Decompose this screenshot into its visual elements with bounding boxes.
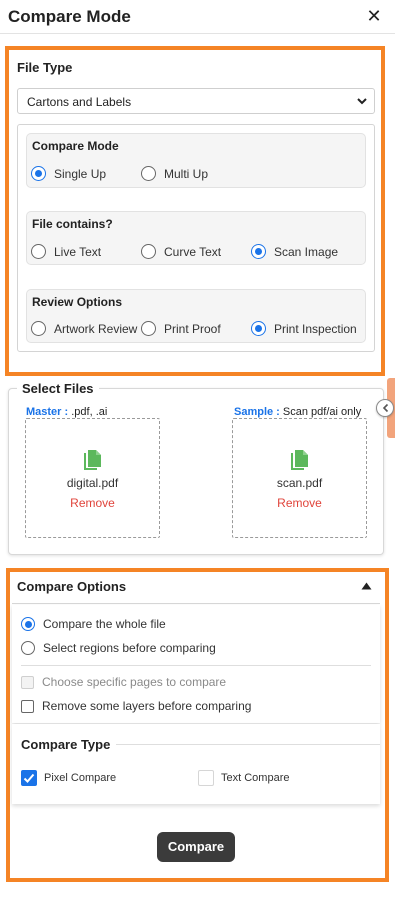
radio-compare-whole-file[interactable]: Compare the whole file bbox=[21, 617, 166, 631]
sample-dropzone[interactable]: scan.pdf Remove bbox=[232, 418, 367, 538]
radio-label: Curve Text bbox=[164, 244, 222, 259]
radio-label: Select regions before comparing bbox=[43, 641, 216, 655]
radio-circle bbox=[251, 321, 266, 336]
compare-type-divider bbox=[116, 744, 380, 745]
options-divider bbox=[21, 665, 371, 666]
radio-curve-text[interactable]: Curve Text bbox=[141, 244, 221, 259]
sample-remove-link[interactable]: Remove bbox=[233, 496, 366, 510]
master-label: Master : .pdf, .ai bbox=[26, 406, 107, 418]
radio-label: Print Inspection bbox=[274, 321, 357, 336]
compare-options-header[interactable]: Compare Options bbox=[12, 572, 380, 604]
checkbox-label: Pixel Compare bbox=[44, 772, 117, 784]
sample-hint: Scan pdf/ai only bbox=[279, 406, 362, 418]
radio-multi-up[interactable]: Multi Up bbox=[141, 166, 208, 181]
radio-circle bbox=[141, 244, 156, 259]
master-file-name: digital.pdf bbox=[66, 476, 119, 490]
checkbox-label: Text Compare bbox=[221, 772, 290, 784]
file-contains-title: File contains? bbox=[32, 217, 113, 231]
master-remove-link[interactable]: Remove bbox=[26, 496, 159, 510]
radio-scan-image[interactable]: Scan Image bbox=[251, 244, 338, 259]
radio-label: Compare the whole file bbox=[43, 617, 166, 631]
checkbox-box bbox=[21, 699, 34, 713]
radio-circle bbox=[21, 617, 35, 631]
radio-circle bbox=[141, 321, 156, 336]
radio-single-up[interactable]: Single Up bbox=[31, 166, 106, 181]
compare-mode-title: Compare Mode bbox=[32, 139, 119, 153]
file-icon bbox=[84, 450, 101, 470]
caret-up-icon[interactable] bbox=[361, 582, 372, 590]
radio-circle bbox=[21, 641, 35, 655]
master-hint: .pdf, .ai bbox=[68, 406, 108, 418]
checkbox-text-compare[interactable]: Text Compare bbox=[198, 770, 289, 786]
radio-select-regions[interactable]: Select regions before comparing bbox=[21, 641, 216, 655]
file-type-select[interactable]: Cartons and Labels bbox=[17, 88, 375, 114]
panel-header: Compare Mode ✕ bbox=[0, 0, 395, 34]
radio-circle bbox=[141, 166, 156, 181]
radio-print-proof[interactable]: Print Proof bbox=[141, 321, 221, 336]
file-type-value: Cartons and Labels bbox=[27, 95, 132, 109]
select-files-title: Select Files bbox=[17, 381, 99, 396]
checkbox-label: Choose specific pages to compare bbox=[42, 675, 227, 689]
checkbox-box bbox=[21, 675, 34, 689]
panel-title: Compare Mode bbox=[8, 7, 131, 26]
file-icon bbox=[291, 450, 308, 470]
checkbox-box bbox=[21, 770, 37, 786]
checkmark-icon bbox=[23, 773, 35, 783]
file-type-title: File Type bbox=[17, 60, 73, 75]
radio-artwork-review[interactable]: Artwork Review bbox=[31, 321, 137, 336]
chevron-down-icon bbox=[357, 98, 367, 105]
compare-type-card bbox=[12, 724, 380, 804]
checkbox-label: Remove some layers before comparing bbox=[42, 699, 252, 713]
radio-circle bbox=[31, 244, 46, 259]
radio-label: Live Text bbox=[54, 244, 102, 259]
checkbox-remove-layers[interactable]: Remove some layers before comparing bbox=[21, 699, 251, 713]
review-options-title: Review Options bbox=[32, 295, 123, 309]
radio-label: Multi Up bbox=[164, 166, 209, 181]
radio-circle bbox=[31, 321, 46, 336]
radio-circle bbox=[251, 244, 266, 259]
radio-label: Scan Image bbox=[274, 244, 339, 259]
radio-label: Artwork Review bbox=[54, 321, 138, 336]
compare-button[interactable]: Compare bbox=[157, 832, 235, 862]
sample-label: Sample : Scan pdf/ai only bbox=[234, 406, 361, 418]
checkbox-box bbox=[198, 770, 214, 786]
radio-circle bbox=[31, 166, 46, 181]
checkbox-specific-pages[interactable]: Choose specific pages to compare bbox=[21, 675, 226, 689]
radio-label: Single Up bbox=[54, 166, 107, 181]
close-icon[interactable]: ✕ bbox=[366, 6, 382, 26]
collapse-panel-button[interactable] bbox=[376, 399, 394, 417]
compare-options-title: Compare Options bbox=[17, 579, 127, 594]
radio-label: Print Proof bbox=[164, 321, 221, 336]
chevron-left-icon bbox=[382, 403, 389, 413]
radio-print-inspection[interactable]: Print Inspection bbox=[251, 321, 357, 336]
master-key: Master : bbox=[26, 406, 69, 418]
master-dropzone[interactable]: digital.pdf Remove bbox=[25, 418, 160, 538]
sample-key: Sample : bbox=[234, 406, 280, 418]
compare-type-title: Compare Type bbox=[21, 737, 111, 752]
sample-file-name: scan.pdf bbox=[276, 476, 323, 490]
radio-live-text[interactable]: Live Text bbox=[31, 244, 101, 259]
checkbox-pixel-compare[interactable]: Pixel Compare bbox=[21, 770, 116, 786]
